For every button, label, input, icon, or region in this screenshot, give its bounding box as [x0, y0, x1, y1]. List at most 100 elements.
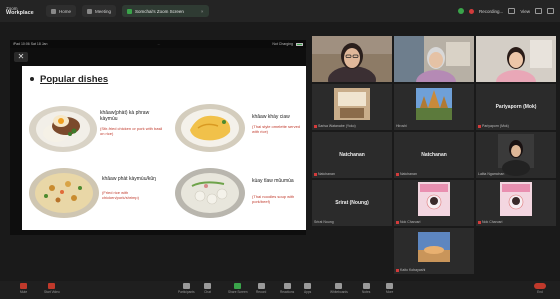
participant-tile[interactable]: Natchanan Natchanan [312, 132, 392, 178]
charging-status: Not Charging [272, 42, 293, 46]
tab-shared-screen[interactable]: Somchai's Zoom Screen × [122, 5, 209, 17]
ipad-status-bar: iPad 10:06 Sat 18 Jan ... Not Charging [10, 40, 306, 48]
participant-name: Sarisa Watanabe (Yoko) [314, 124, 356, 128]
participant-tile[interactable] [394, 36, 474, 82]
dish-1-desc: (Stir-fried chicken or pork with basil o… [100, 126, 163, 136]
mute-button[interactable]: Mute [20, 283, 27, 294]
apps-icon [304, 283, 312, 289]
mic-muted-icon [396, 172, 399, 176]
participant-display-name: Natchanan [421, 152, 447, 158]
reactions-button[interactable]: Reactions [280, 283, 294, 294]
participant-tile[interactable] [312, 36, 392, 82]
presentation-slide: Popular dishes khâaw(phàt) kà phraw kàym… [22, 66, 306, 230]
tab-label: Meeting [95, 8, 112, 14]
battery-icon [296, 42, 303, 46]
app-brand: Zoom Workplace [6, 6, 40, 16]
participant-tile[interactable]: Pariyaporn (Mok) Pariyaporn (Mok) [476, 84, 556, 130]
recording-icon [469, 8, 475, 14]
mic-muted-icon [396, 220, 399, 224]
participant-tile[interactable]: Hiroshi [394, 84, 474, 130]
dish-4 [174, 166, 246, 225]
home-icon [51, 8, 56, 14]
more-icon [386, 283, 394, 289]
participant-name: Nok Charusri [478, 220, 502, 224]
participant-tile[interactable] [476, 36, 556, 82]
tab-meeting[interactable]: Meeting [82, 5, 117, 17]
screen-share-icon [127, 8, 133, 14]
participant-name: Srirat Noung [314, 220, 334, 224]
record-button[interactable]: Record [256, 283, 266, 294]
top-bar: Zoom Workplace Home Meeting Somchai's Zo… [0, 0, 560, 22]
meeting-toolbar: Mute Start Video Participants Chat Share… [0, 281, 560, 299]
mic-muted-icon [314, 124, 317, 128]
share-screen-icon [234, 283, 242, 289]
participants-button[interactable]: Participants [178, 283, 195, 294]
dish-4-desc: (Thai noodles soup with pork/beef) [252, 194, 295, 204]
mic-muted-icon [478, 220, 481, 224]
recording-status[interactable]: Recording... [479, 9, 503, 14]
dish-3 [28, 166, 100, 225]
minimize-icon[interactable] [547, 8, 554, 14]
close-tab-icon[interactable]: × [201, 9, 204, 14]
view-button[interactable]: View [520, 9, 530, 14]
top-right-controls: Recording... View [458, 8, 554, 14]
tab-label: Somchai's Zoom Screen [135, 8, 184, 14]
participant-gallery: Sarisa Watanabe (Yoko) Hiroshi Pariyapor… [312, 32, 558, 274]
ipad-status-left: iPad 10:06 Sat 18 Jan [13, 42, 48, 46]
dish-2-photo [175, 104, 245, 152]
participant-tile[interactable]: Srirat (Noung) Srirat Noung [312, 180, 392, 226]
dish-3-desc: (Fried rice with chicken/pork/shrimp) [102, 190, 139, 200]
participant-display-name: Natchanan [339, 152, 365, 158]
participant-tile[interactable]: Kaito Kobayashi [394, 228, 474, 274]
participant-video [312, 36, 392, 82]
shared-screen: iPad 10:06 Sat 18 Jan ... Not Charging ✕… [10, 40, 306, 235]
security-shield-icon[interactable] [458, 8, 465, 14]
slide-title: Popular dishes [40, 74, 109, 85]
dish-4-photo [175, 168, 245, 218]
dish-2-name: khâaw khày ciaw [252, 114, 290, 120]
share-screen-button[interactable]: Share Screen [228, 283, 248, 294]
participant-tile[interactable]: Sarisa Watanabe (Yoko) [312, 84, 392, 130]
participant-name: Lalita Ngamchan [478, 172, 505, 176]
dish-2-desc: (Thai style omelette served with rice) [252, 124, 301, 134]
apps-button[interactable]: Apps [304, 283, 311, 294]
grid-view-icon[interactable] [508, 8, 516, 14]
participant-tile[interactable]: Nok Charusri [476, 180, 556, 226]
end-meeting-button[interactable]: End [534, 283, 546, 294]
notes-icon [362, 283, 370, 289]
whiteboards-button[interactable]: Whiteboards [330, 283, 348, 294]
participant-tile[interactable]: Lalita Ngamchan [476, 132, 556, 178]
more-button[interactable]: More [386, 283, 393, 294]
zoom-window: Zoom Workplace Home Meeting Somchai's Zo… [0, 0, 560, 299]
participant-tile[interactable]: Nok Charusri [394, 180, 474, 226]
start-video-button[interactable]: Start Video [44, 283, 60, 294]
participant-tile[interactable]: Natchanan Natchanan [394, 132, 474, 178]
dish-2 [174, 102, 246, 159]
bullet-dot [30, 77, 34, 81]
whiteboard-icon [335, 283, 343, 289]
participant-display-name: Srirat (Noung) [335, 200, 369, 206]
ipad-status-mid: ... [157, 42, 161, 46]
fullscreen-icon[interactable] [535, 8, 542, 14]
participant-name: Hiroshi [396, 124, 407, 128]
participant-name: Natchanan [314, 172, 335, 176]
mic-muted-icon [478, 124, 481, 128]
ipad-status-right: Not Charging [272, 42, 303, 46]
dish-1 [28, 104, 98, 159]
participant-display-name: Pariyaporn (Mok) [495, 104, 537, 110]
end-call-icon [534, 283, 546, 289]
tab-home[interactable]: Home [46, 5, 77, 17]
dish-3-name: khâaw phàt kàymùu/kûŋ [102, 176, 156, 182]
chat-button[interactable]: Chat [204, 283, 211, 294]
notes-button[interactable]: Notes [362, 283, 370, 294]
close-slide-button[interactable]: ✕ [14, 52, 28, 62]
participant-name: Nok Charusri [396, 220, 420, 224]
dish-1-name: khâaw(phàt) kà phraw kàymùu [100, 110, 150, 122]
dish-1-photo [29, 106, 97, 152]
participant-name: Pariyaporn (Mok) [478, 124, 509, 128]
mic-muted-icon [314, 172, 317, 176]
participant-name: Kaito Kobayashi [396, 268, 425, 272]
record-icon [257, 283, 265, 289]
meeting-icon [87, 8, 93, 14]
chat-icon [204, 283, 211, 289]
